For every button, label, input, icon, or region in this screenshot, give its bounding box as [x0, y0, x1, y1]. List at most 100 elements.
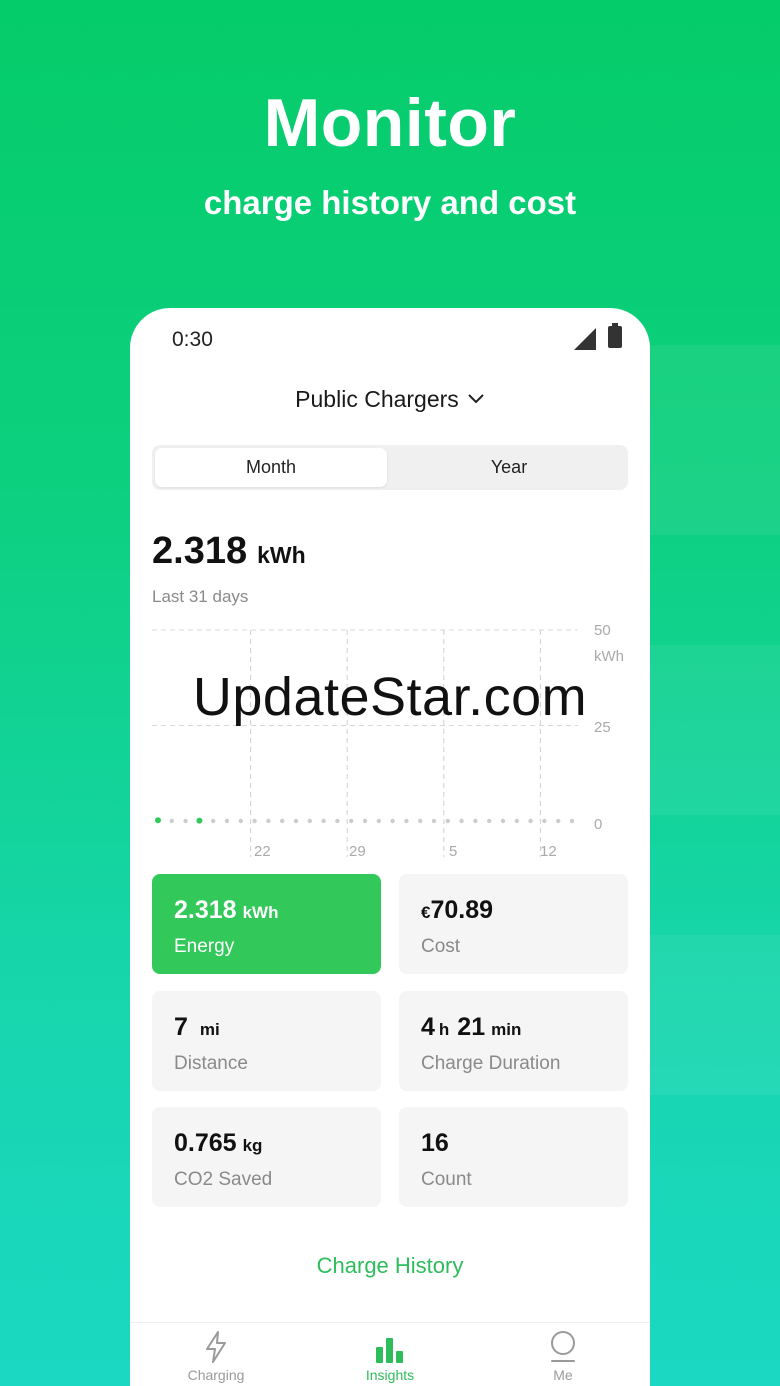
chart-data-point	[431, 818, 437, 824]
total-energy: 2.318 kWh	[152, 530, 306, 573]
chart-data-point	[569, 818, 575, 824]
profile-icon	[503, 1329, 623, 1363]
tab-insights[interactable]: Insights	[330, 1329, 450, 1383]
chart-data-point	[556, 818, 561, 824]
duration-hours: 4	[421, 1013, 435, 1041]
co2-unit: kg	[242, 1136, 263, 1155]
background-band	[640, 645, 780, 815]
duration-minutes-unit: min	[491, 1020, 522, 1039]
x-tick-label: 5	[449, 843, 457, 858]
x-tick-label: 29	[349, 843, 366, 858]
chart-data-point	[418, 818, 423, 824]
battery-icon	[608, 323, 622, 348]
chart-data-point	[280, 818, 285, 824]
chart-data-point	[445, 818, 450, 824]
energy-value: 2.318	[174, 896, 237, 924]
energy-chart: 50 kWh 25 0 22 29 5 12	[152, 622, 624, 858]
chart-data-point	[266, 818, 271, 824]
chart-data-point	[211, 818, 216, 824]
co2-value: 0.765	[174, 1129, 237, 1157]
chart-data-point	[459, 818, 464, 824]
chart-data-point	[514, 818, 519, 824]
chart-data-point	[528, 818, 533, 824]
cost-value: 70.89	[430, 896, 494, 924]
chart-data-point	[390, 818, 395, 824]
chart-data-point	[335, 818, 340, 824]
chart-data-point	[169, 818, 174, 824]
bar-chart-icon	[330, 1329, 450, 1363]
chart-data-point	[155, 817, 161, 824]
tab-insights-label: Insights	[365, 1367, 415, 1383]
count-value-row: 16	[421, 1129, 449, 1158]
dropdown-label: Public Chargers	[295, 386, 459, 412]
duration-label: Charge Duration	[421, 1053, 561, 1074]
x-tick-label: 12	[540, 843, 557, 858]
count-card[interactable]: 16 Count	[399, 1107, 628, 1207]
distance-label: Distance	[174, 1053, 248, 1074]
tab-month[interactable]: Month	[155, 448, 387, 487]
duration-value-row: 4 h 21 min	[421, 1013, 521, 1042]
tab-me[interactable]: Me	[503, 1329, 623, 1383]
watermark-text: UpdateStar.com	[192, 667, 588, 727]
energy-label: Energy	[174, 936, 235, 957]
duration-card[interactable]: 4 h 21 min Charge Duration	[399, 991, 628, 1091]
distance-value: 7	[174, 1013, 188, 1041]
status-time: 0:30	[172, 328, 213, 351]
lightning-icon	[156, 1329, 276, 1363]
distance-unit: mi	[199, 1020, 220, 1039]
period-label: Last 31 days	[152, 587, 249, 606]
chart-data-point	[376, 818, 381, 824]
chart-data-point	[349, 818, 354, 824]
chart-data-point	[196, 817, 203, 824]
bottom-tab-bar: Charging Insights Me	[130, 1322, 650, 1386]
count-label: Count	[421, 1169, 472, 1190]
hero-subtitle: charge history and cost	[203, 184, 577, 221]
chart-data-point	[252, 818, 257, 824]
tab-year[interactable]: Year	[393, 448, 625, 487]
co2-value-row: 0.765 kg	[174, 1129, 262, 1158]
distance-card[interactable]: 7 mi Distance	[152, 991, 381, 1091]
hero-title: Monitor	[263, 85, 517, 161]
co2-label: CO2 Saved	[174, 1169, 273, 1190]
background-band	[640, 345, 780, 535]
chart-data-point	[542, 818, 547, 824]
cost-card[interactable]: €70.89 Cost	[399, 874, 628, 974]
signal-icon	[574, 328, 596, 350]
chevron-down-icon	[467, 384, 485, 411]
chart-data-point	[500, 818, 506, 824]
charger-type-dropdown[interactable]: Public Chargers	[130, 384, 650, 413]
chart-data-point	[321, 818, 326, 824]
total-energy-unit: kWh	[257, 542, 306, 568]
cost-value-row: €70.89	[421, 896, 493, 925]
tab-charging[interactable]: Charging	[156, 1329, 276, 1383]
charge-history-link[interactable]: Charge History	[130, 1253, 650, 1279]
y-tick-label: 0	[594, 816, 602, 833]
total-energy-value: 2.318	[152, 530, 248, 572]
energy-card[interactable]: 2.318 kWh Energy	[152, 874, 381, 974]
y-tick-label: 50	[594, 622, 611, 639]
cost-label: Cost	[421, 936, 461, 957]
duration-hours-unit: h	[438, 1020, 450, 1039]
chart-data-point	[224, 818, 230, 824]
chart-data-point	[238, 818, 243, 824]
tab-me-label: Me	[553, 1367, 573, 1383]
phone-screen: 0:30 Public Chargers Month Year 2.318 kWh…	[130, 308, 650, 1386]
co2-card[interactable]: 0.765 kg CO2 Saved	[152, 1107, 381, 1207]
chart-data-point	[473, 818, 478, 824]
distance-value-row: 7 mi	[174, 1013, 220, 1042]
chart-data-point	[362, 818, 368, 824]
chart-data-point	[307, 818, 312, 824]
duration-minutes: 21	[457, 1013, 486, 1041]
y-axis-unit: kWh	[594, 648, 624, 665]
count-value: 16	[421, 1129, 449, 1157]
tab-charging-label: Charging	[187, 1367, 245, 1383]
period-toggle: Month Year	[152, 445, 628, 490]
chart-data-point	[404, 818, 409, 824]
chart-data-point	[183, 818, 188, 824]
chart-data-point	[293, 818, 299, 824]
chart-data-point	[487, 818, 492, 824]
background-band	[640, 935, 780, 1095]
energy-value-row: 2.318 kWh	[174, 896, 278, 925]
energy-unit: kWh	[242, 903, 279, 922]
x-tick-label: 22	[254, 843, 271, 858]
